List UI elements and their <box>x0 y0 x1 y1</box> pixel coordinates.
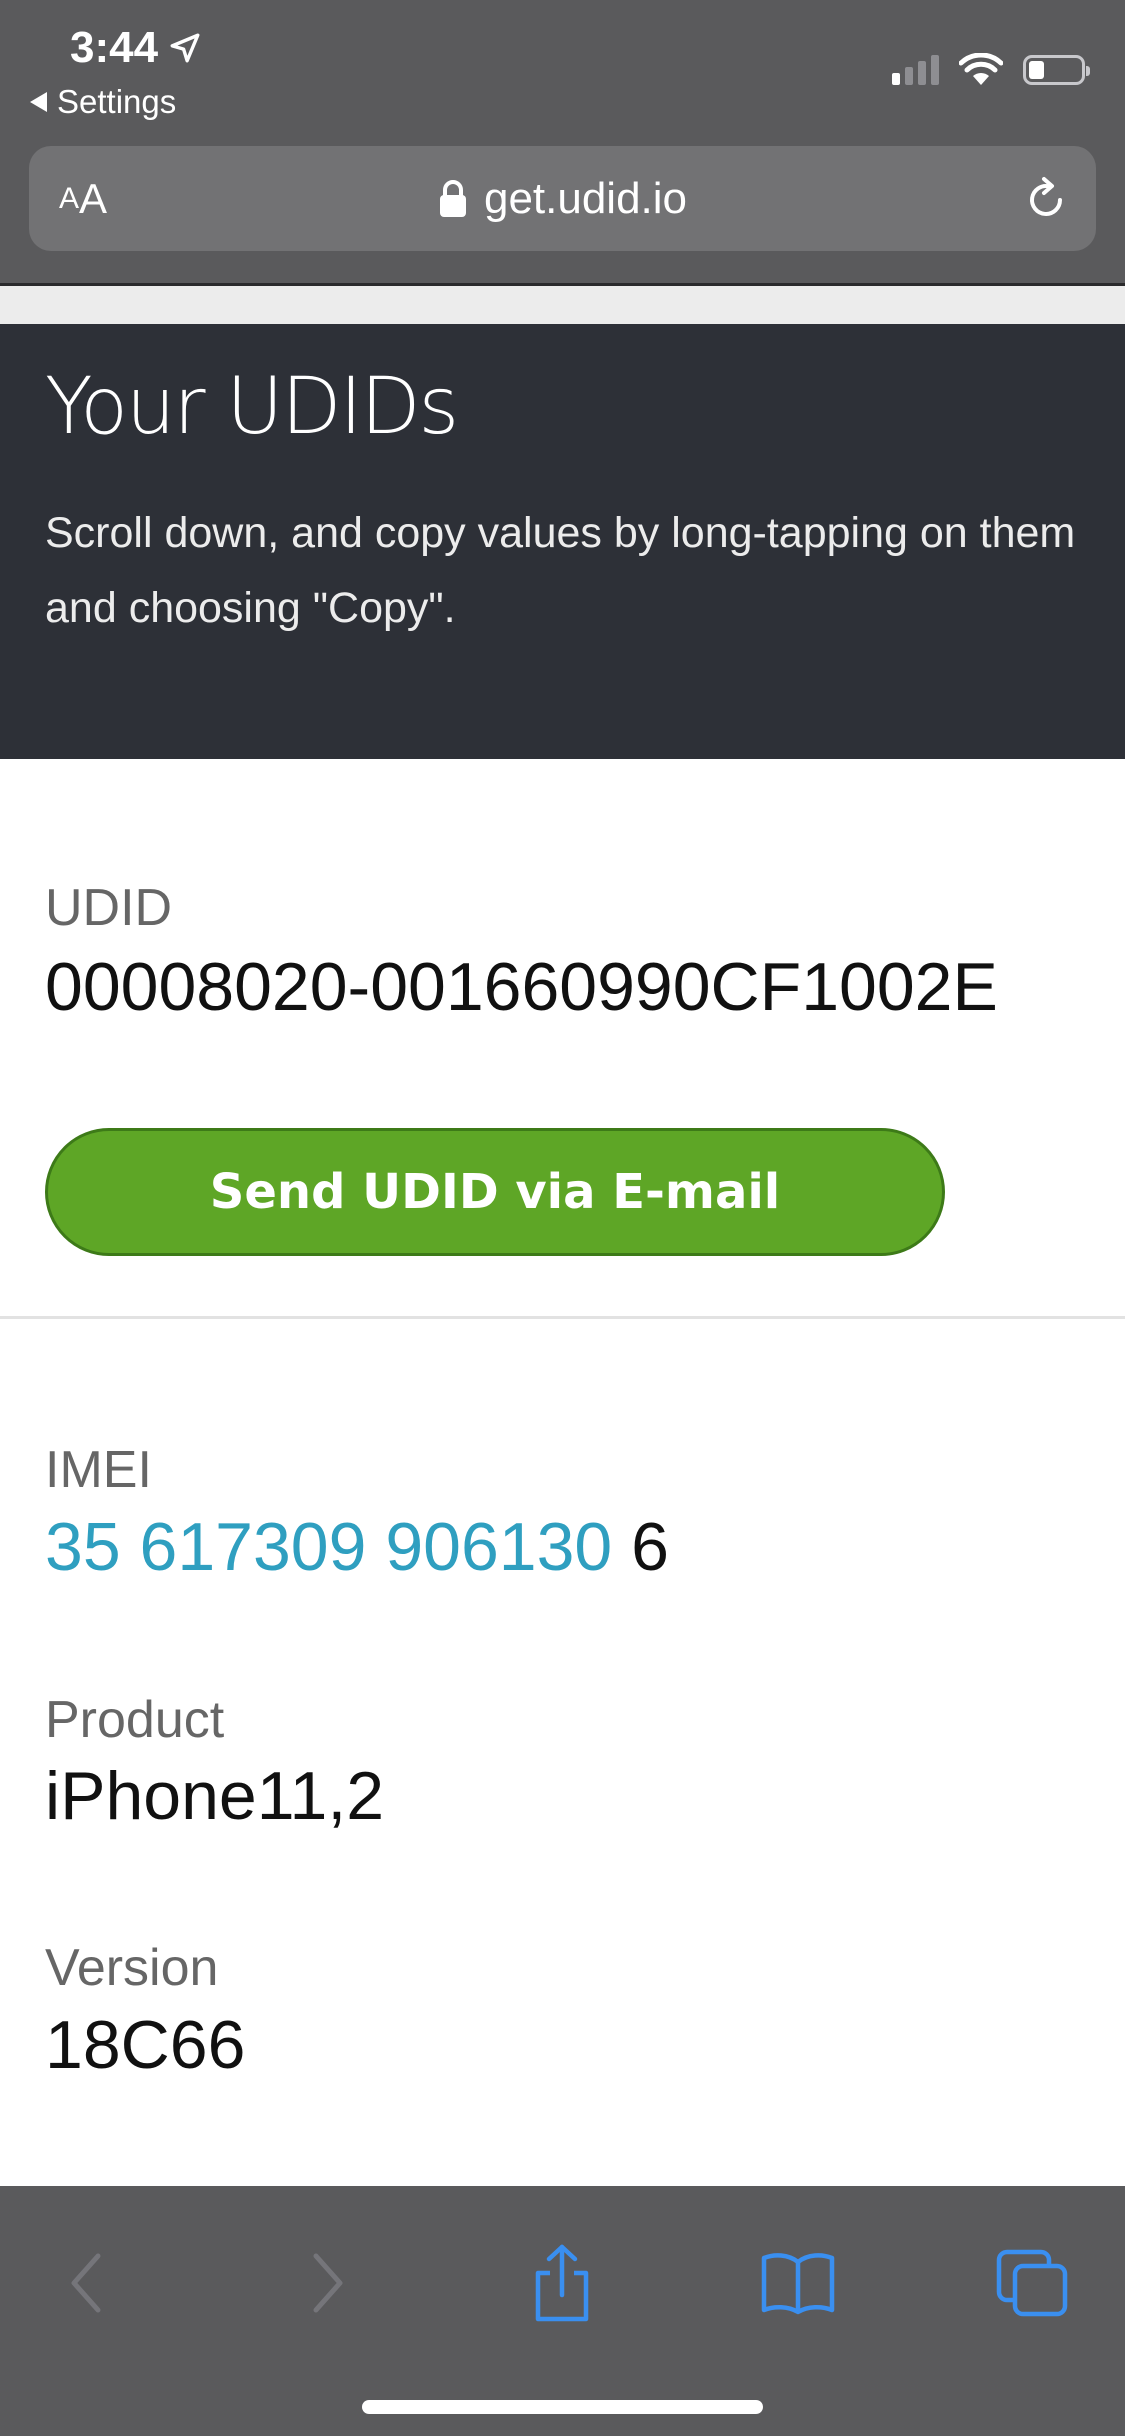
udid-value[interactable]: 00008020-001660990CF1002E <box>45 948 998 1026</box>
forward-button[interactable] <box>282 2238 372 2328</box>
tabs-button[interactable] <box>988 2238 1078 2328</box>
back-button[interactable] <box>42 2238 132 2328</box>
wifi-icon <box>959 53 1003 85</box>
share-button[interactable] <box>517 2238 607 2328</box>
reload-icon[interactable] <box>1022 176 1070 224</box>
battery-level <box>1029 61 1044 79</box>
status-time: 3:44 <box>70 20 202 76</box>
send-udid-email-button[interactable]: Send UDID via E-mail <box>45 1128 945 1256</box>
imei-phone-link[interactable]: 35 617309 906130 <box>45 1509 612 1585</box>
imei-label: IMEI <box>45 1441 152 1499</box>
lock-icon <box>439 179 466 217</box>
status-indicators <box>892 50 1090 90</box>
forward-icon <box>313 2253 343 2313</box>
cellular-signal-icon <box>892 55 939 85</box>
home-indicator[interactable] <box>362 2400 763 2414</box>
location-arrow-icon <box>170 33 200 63</box>
browser-toolbar <box>0 2186 1125 2436</box>
tabs-icon <box>996 2249 1068 2317</box>
page-subtitle: Scroll down, and copy values by long-tap… <box>45 509 1076 632</box>
status-time-label: 3:44 <box>70 23 159 72</box>
version-value[interactable]: 18C66 <box>45 2006 245 2084</box>
bookmarks-button[interactable] <box>753 2238 843 2328</box>
product-value[interactable]: iPhone11,2 <box>45 1757 384 1835</box>
page-title: Your UDIDs <box>45 362 459 452</box>
bookmarks-icon <box>761 2253 835 2315</box>
section-divider <box>0 1316 1125 1319</box>
page-top-band <box>0 286 1125 324</box>
imei-check-digit: 6 <box>612 1509 669 1585</box>
version-label: Version <box>45 1939 219 1997</box>
url-text: get.udid.io <box>483 173 688 223</box>
url-display[interactable]: get.udid.io <box>29 146 1096 251</box>
back-triangle-icon <box>30 92 47 112</box>
battery-icon <box>1023 55 1090 85</box>
hero-banner: Your UDIDs Scroll down, and copy values … <box>0 324 1125 759</box>
browser-chrome-top: 3:44 Settings A A get.udid.io <box>0 0 1125 285</box>
product-label: Product <box>45 1691 225 1749</box>
back-to-app-link[interactable]: Settings <box>30 80 176 124</box>
back-app-label: Settings <box>57 83 177 120</box>
address-bar[interactable]: A A get.udid.io <box>29 146 1096 251</box>
udid-label: UDID <box>45 879 173 937</box>
imei-value: 35 617309 906130 6 <box>45 1508 669 1586</box>
share-icon <box>535 2244 589 2322</box>
back-icon <box>71 2253 101 2313</box>
